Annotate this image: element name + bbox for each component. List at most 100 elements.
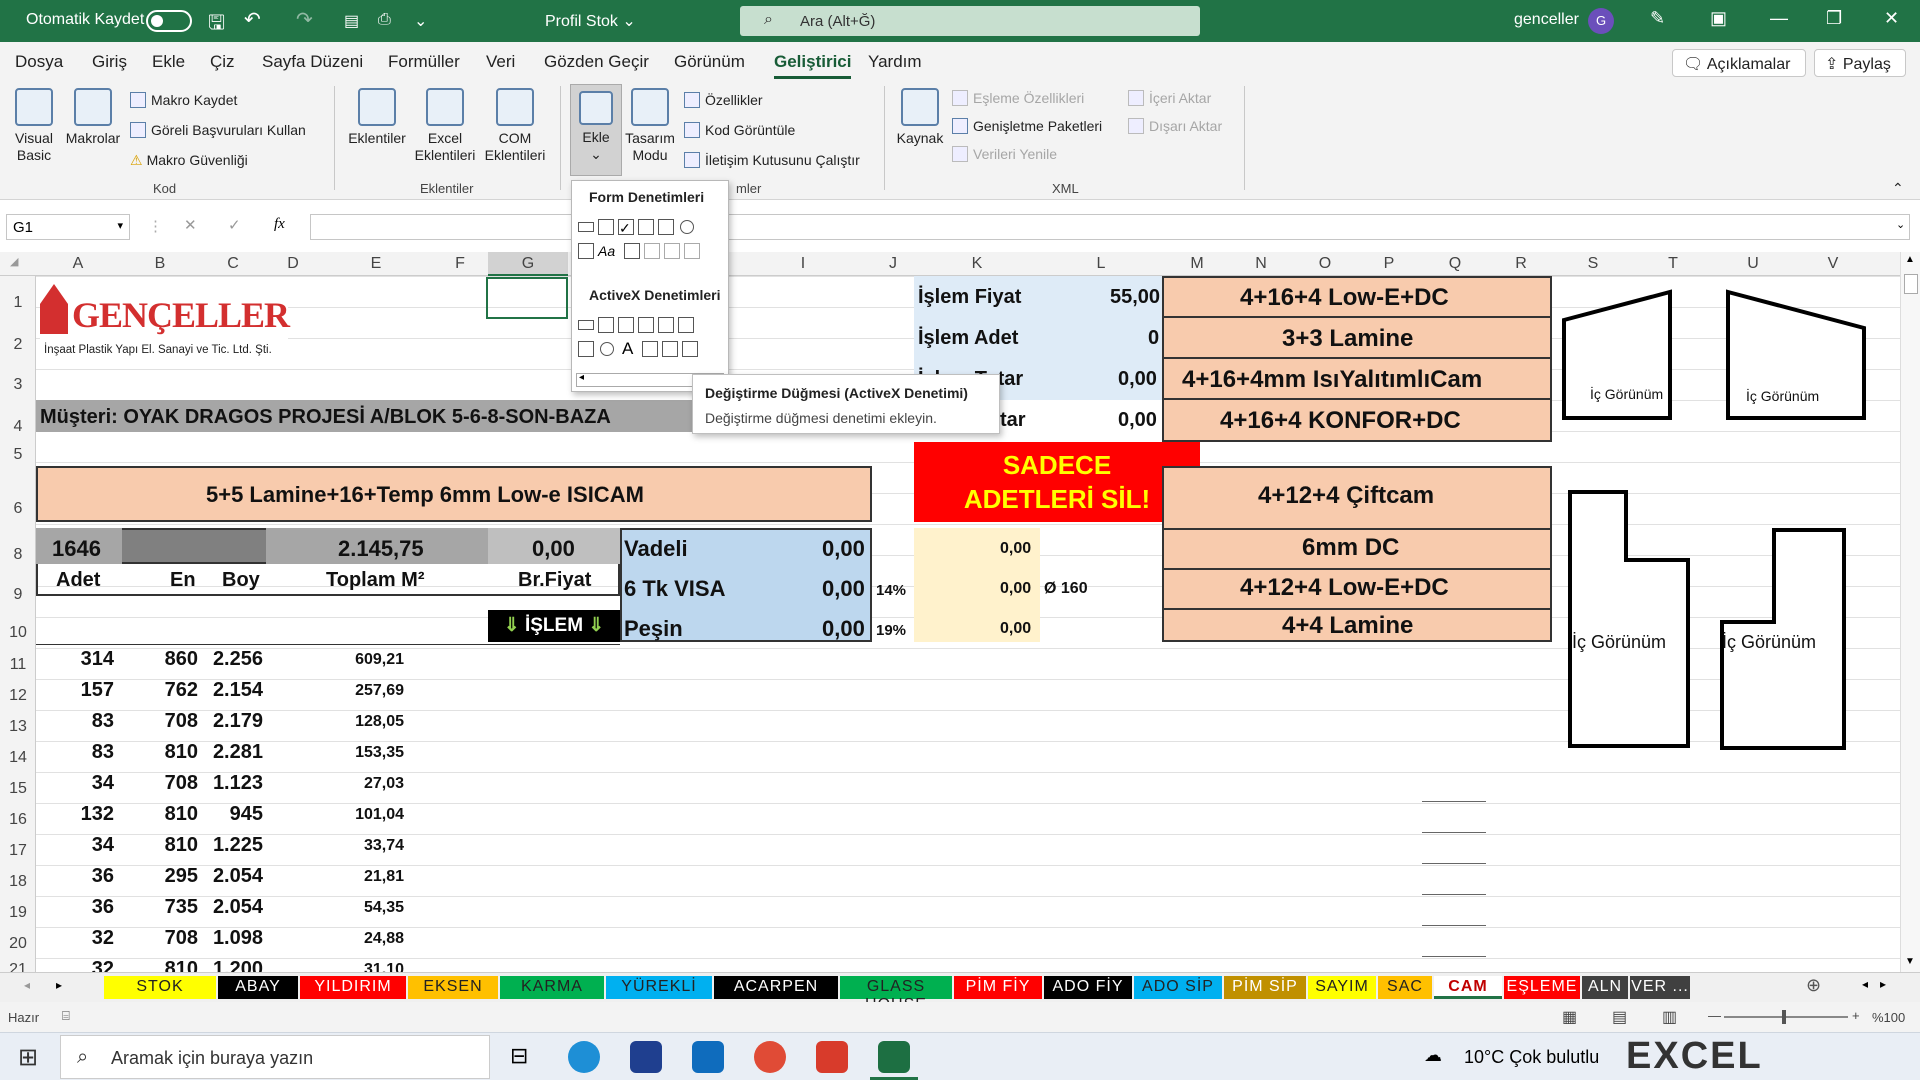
- cell-qty[interactable]: 314: [81, 648, 114, 671]
- cell-width[interactable]: 708: [165, 772, 198, 795]
- windows-start-icon[interactable]: ⊞: [18, 1043, 38, 1072]
- cell-total-area[interactable]: 153,35: [355, 744, 404, 762]
- activex-scroll-icon[interactable]: [678, 317, 694, 333]
- cell-width[interactable]: 810: [165, 958, 198, 972]
- activex-textbox-icon[interactable]: [658, 317, 674, 333]
- sheet-tab[interactable]: EŞLEME: [1504, 976, 1580, 999]
- cell-height[interactable]: 1.123: [213, 772, 263, 795]
- glass-option[interactable]: 4+12+4 Low-E+DC: [1240, 574, 1449, 602]
- app-icon[interactable]: [630, 1041, 662, 1073]
- page-layout-view-icon[interactable]: ▤: [1612, 1007, 1627, 1027]
- sheet-tab[interactable]: GLASS HOUSE: [840, 976, 952, 1013]
- comments-button[interactable]: 🗨 Açıklamalar: [1672, 49, 1806, 77]
- tab-formulas[interactable]: Formüller: [388, 52, 460, 72]
- cell-width[interactable]: 860: [165, 648, 198, 671]
- sheet-tab[interactable]: PİM FİY: [954, 976, 1042, 999]
- cell-width[interactable]: 810: [165, 803, 198, 826]
- activex-combo-icon[interactable]: [598, 317, 614, 333]
- zoom-in-icon[interactable]: +: [1852, 1008, 1860, 1023]
- tab-data[interactable]: Veri: [486, 52, 515, 72]
- export-button[interactable]: Dışarı Aktar: [1128, 118, 1222, 134]
- cell-height[interactable]: 2.179: [213, 710, 263, 733]
- cell-width[interactable]: 708: [165, 710, 198, 733]
- normal-view-icon[interactable]: ▦: [1562, 1007, 1577, 1027]
- cell-qty[interactable]: 34: [92, 834, 114, 857]
- properties-button[interactable]: Özellikler: [684, 92, 763, 108]
- cell-total-area[interactable]: 54,35: [364, 899, 404, 917]
- cell-height[interactable]: 2.281: [213, 741, 263, 764]
- col-header-m[interactable]: M: [1180, 255, 1214, 273]
- cell-height[interactable]: 2.054: [213, 865, 263, 888]
- customize-qat-icon[interactable]: ⌄: [414, 11, 427, 31]
- tab-home[interactable]: Giriş: [92, 52, 127, 72]
- cell-height[interactable]: 1.200: [213, 958, 263, 972]
- option-button-icon[interactable]: [680, 220, 694, 234]
- col-header-n[interactable]: N: [1244, 255, 1278, 273]
- visual-basic-button[interactable]: Visual Basic: [10, 88, 58, 164]
- expand-formula-icon[interactable]: ⌄: [1896, 218, 1905, 231]
- cell-qty[interactable]: 32: [92, 927, 114, 950]
- group-box-icon[interactable]: [578, 243, 594, 259]
- cell-total-area[interactable]: 31,10: [364, 961, 404, 972]
- search-box[interactable]: ⌕ Ara (Alt+Ğ): [740, 6, 1200, 36]
- zoom-level[interactable]: %100: [1872, 1010, 1905, 1025]
- more-controls-icon[interactable]: [682, 341, 698, 357]
- row-header[interactable]: 19: [0, 904, 36, 922]
- sheet-tab[interactable]: SAYIM: [1308, 976, 1376, 999]
- new-file-icon[interactable]: ▤: [344, 11, 359, 31]
- tab-file[interactable]: Dosya: [15, 52, 63, 72]
- row-header[interactable]: 12: [0, 687, 36, 705]
- weather-icon[interactable]: ☁: [1424, 1045, 1442, 1066]
- combo-box-icon[interactable]: [598, 219, 614, 235]
- col-header-t[interactable]: T: [1656, 255, 1690, 273]
- scroll-bar-control-icon[interactable]: [624, 243, 640, 259]
- tab-draw[interactable]: Çiz: [210, 52, 235, 72]
- collapse-ribbon-icon[interactable]: ⌃: [1892, 180, 1904, 197]
- sheet-tab[interactable]: CAM: [1434, 976, 1502, 999]
- row-header[interactable]: 20: [0, 935, 36, 953]
- col-header-k[interactable]: K: [960, 255, 994, 273]
- activex-list-icon[interactable]: [638, 317, 654, 333]
- edge-icon[interactable]: [568, 1041, 600, 1073]
- row-header[interactable]: 11: [0, 656, 36, 674]
- scroll-right-icon[interactable]: ▸: [1880, 977, 1886, 991]
- sheet-tab[interactable]: EKSEN: [408, 976, 498, 999]
- record-macro-button[interactable]: Makro Kaydet: [130, 92, 237, 108]
- row-header[interactable]: 13: [0, 718, 36, 736]
- glass-option[interactable]: 3+3 Lamine: [1282, 325, 1413, 353]
- button-control-icon[interactable]: [578, 222, 594, 232]
- add-sheet-icon[interactable]: ⊕: [1806, 975, 1821, 996]
- scroll-thumb[interactable]: [1904, 274, 1918, 294]
- cell-height[interactable]: 1.225: [213, 834, 263, 857]
- col-header-a[interactable]: A: [60, 255, 96, 273]
- row-header[interactable]: 8: [0, 546, 36, 564]
- row-header[interactable]: 2: [0, 336, 36, 354]
- sheet-tab[interactable]: KARMA: [500, 976, 604, 999]
- tab-insert[interactable]: Ekle: [152, 52, 185, 72]
- cell-total-area[interactable]: 257,69: [355, 682, 404, 700]
- zoom-out-icon[interactable]: —: [1708, 1008, 1721, 1023]
- cell-total-area[interactable]: 33,74: [364, 837, 404, 855]
- cell-width[interactable]: 708: [165, 927, 198, 950]
- tab-developer[interactable]: Geliştirici: [774, 52, 852, 79]
- taskbar-search[interactable]: ⌕ Aramak için buraya yazın: [60, 1035, 490, 1079]
- col-header-r[interactable]: R: [1504, 255, 1538, 273]
- print-preview-icon[interactable]: ⎙: [378, 11, 391, 29]
- weather-text[interactable]: 10°C Çok bulutlu: [1464, 1047, 1599, 1068]
- command-button-icon[interactable]: [578, 320, 594, 330]
- sheet-tab[interactable]: ADO FİY: [1044, 976, 1132, 999]
- row-header[interactable]: 15: [0, 780, 36, 798]
- next-sheet-icon[interactable]: ▸: [56, 978, 62, 992]
- glass-option[interactable]: 4+4 Lamine: [1282, 612, 1413, 640]
- cell-qty[interactable]: 34: [92, 772, 114, 795]
- sheet-tab[interactable]: PİM SİP: [1224, 976, 1306, 999]
- outlook-icon[interactable]: [692, 1041, 724, 1073]
- cell-height[interactable]: 945: [230, 803, 263, 826]
- cell-qty[interactable]: 36: [92, 865, 114, 888]
- sheet-tab[interactable]: ALN: [1582, 976, 1628, 999]
- close-icon[interactable]: ✕: [1884, 8, 1899, 29]
- activex-option-icon[interactable]: [600, 342, 614, 356]
- insert-controls-button[interactable]: Ekle ⌄: [570, 84, 622, 176]
- page-break-view-icon[interactable]: ▥: [1662, 1007, 1677, 1027]
- relative-refs-button[interactable]: Göreli Başvuruları Kullan: [130, 122, 306, 138]
